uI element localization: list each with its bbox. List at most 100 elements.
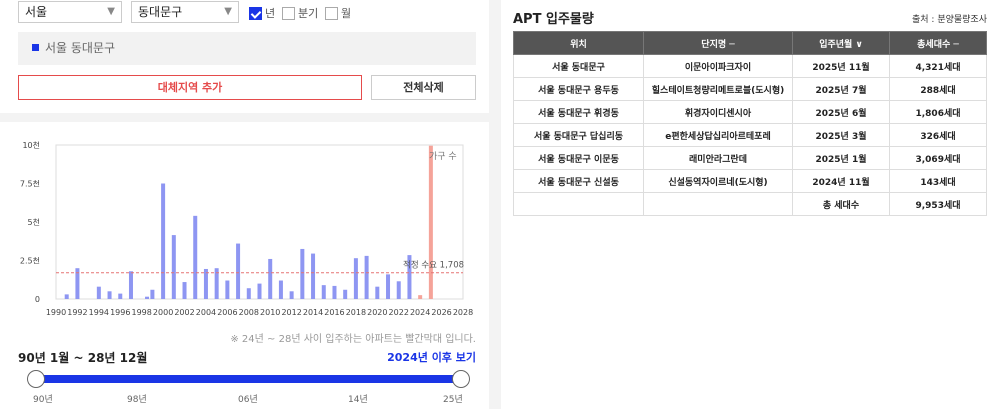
legend-label: 가구 수	[429, 151, 457, 162]
table-cell: 서울 동대문구 답십리동	[513, 123, 644, 147]
column-header-complex[interactable]: 단지명 ─	[643, 31, 793, 55]
left-panel: 서울 ▼ 동대문구 ▼ 년 분기 월 서울 동대문구 대체지역 추가 전체삭제 …	[0, 0, 489, 409]
apt-supply-table: 위치 단지명 ─ 입주년월 ∨ 총세대수 ─ 서울 동대문구 이문아이파크자이 20…	[513, 31, 987, 216]
y-tick-label: 7.5천	[20, 179, 40, 189]
table-cell: 서울 동대문구 휘경동	[513, 100, 644, 124]
table-row[interactable]: 서울 동대문구 휘경동 휘경자이디센시아 2025년 6월 1,806세대	[513, 100, 987, 124]
data-bar	[225, 280, 230, 299]
x-tick-label: 2020	[367, 308, 387, 317]
data-bar	[375, 286, 380, 299]
period-range-label: 90년 1월 ~ 28년 12월	[18, 351, 148, 365]
selected-region-box: 서울 동대문구	[18, 32, 476, 65]
x-tick-label: 2018	[346, 308, 366, 317]
data-bar	[257, 283, 262, 299]
table-cell	[513, 192, 644, 216]
table-cell: 서울 동대문구 신설동	[513, 169, 644, 193]
data-bar	[193, 215, 198, 299]
view-after-2024-link[interactable]: 2024년 이후 보기	[387, 349, 476, 365]
checkbox-checked-icon	[249, 6, 262, 20]
period-year-checkbox[interactable]: 년	[249, 5, 275, 21]
total-row: 총 세대수 9,953세대	[513, 192, 987, 216]
x-tick-label: 2028	[453, 308, 473, 317]
x-tick-label: 1994	[89, 308, 109, 317]
x-tick-label: 2002	[174, 308, 194, 317]
apt-supply-title: APT 입주물량	[513, 12, 594, 27]
column-header-location[interactable]: 위치	[513, 31, 644, 55]
city-select-value: 서울	[25, 5, 48, 19]
data-bar	[396, 281, 401, 299]
table-cell: 3,069세대	[889, 146, 987, 170]
table-row[interactable]: 서울 동대문구 신설동 신설동역자이르네(도시형) 2024년 11월 143세대	[513, 169, 987, 193]
table-cell: 2025년 1월	[792, 146, 890, 170]
period-month-checkbox[interactable]: 월	[325, 5, 351, 21]
range-slider-start-handle[interactable]	[27, 370, 45, 388]
data-bar	[118, 293, 123, 299]
plot-frame	[55, 144, 464, 300]
x-tick-label: 2000	[153, 308, 173, 317]
slider-label: 14년	[348, 395, 368, 405]
add-alternative-region-button[interactable]: 대체지역 추가	[18, 75, 362, 100]
table-cell: 서울 동대문구 이문동	[513, 146, 644, 170]
table-cell: 래미안라그란데	[643, 146, 793, 170]
data-bar	[353, 258, 358, 299]
table-cell: 2024년 11월	[792, 169, 890, 193]
x-tick-label: 2010	[260, 308, 280, 317]
x-tick-label: 2022	[389, 308, 409, 317]
data-bar	[321, 285, 326, 299]
slider-label: 06년	[238, 395, 258, 405]
table-cell: 4,321세대	[889, 54, 987, 78]
data-bar	[128, 271, 133, 299]
y-tick-label: 0	[35, 295, 40, 304]
x-tick-label: 2008	[239, 308, 259, 317]
data-bar	[278, 280, 283, 299]
period-quarter-checkbox[interactable]: 분기	[282, 5, 318, 21]
supply-bar-chart: 10천7.5천5천2.5천01990 1992 1994 1996 1998 2000 20…	[20, 140, 473, 317]
x-tick-label: 2024	[410, 308, 430, 317]
x-tick-label: 2006	[217, 308, 237, 317]
data-bar	[364, 255, 369, 299]
period-quarter-label: 분기	[298, 7, 319, 20]
chevron-down-icon: ▼	[224, 6, 232, 17]
district-select[interactable]: 동대문구 ▼	[131, 1, 239, 23]
table-row[interactable]: 서울 동대문구 이문아이파크자이 2025년 11월 4,321세대	[513, 54, 987, 78]
data-bar	[343, 289, 348, 299]
range-slider-end-handle[interactable]	[452, 370, 470, 388]
checkbox-icon	[282, 6, 295, 20]
data-bar	[203, 268, 208, 299]
x-tick-label: 2016	[324, 308, 344, 317]
y-tick-label: 5천	[28, 217, 40, 227]
table-cell: 힐스테이트청량리메트로블(도시형)	[643, 77, 793, 101]
column-header-households[interactable]: 총세대수 ─	[889, 31, 987, 55]
range-slider-track[interactable]	[36, 375, 461, 383]
table-cell	[643, 192, 793, 216]
checkbox-icon	[325, 6, 338, 20]
x-tick-label: 1996	[110, 308, 130, 317]
data-bar	[161, 183, 166, 299]
data-bar	[182, 282, 187, 299]
y-tick-label: 2.5천	[20, 256, 40, 266]
table-cell: 서울 동대문구	[513, 54, 644, 78]
table-row[interactable]: 서울 동대문구 용두동 힐스테이트청량리메트로블(도시형) 2025년 7월 288세…	[513, 77, 987, 101]
district-select-value: 동대문구	[138, 5, 183, 19]
x-tick-label: 2026	[431, 308, 451, 317]
period-year-label: 년	[265, 7, 276, 20]
city-select[interactable]: 서울 ▼	[18, 1, 122, 23]
data-bar	[96, 286, 101, 299]
table-row[interactable]: 서울 동대문구 이문동 래미안라그란데 2025년 1월 3,069세대	[513, 146, 987, 170]
data-bar	[150, 289, 155, 299]
x-tick-label: 1990	[46, 308, 66, 317]
highlight-bar	[428, 145, 433, 299]
x-tick-label: 2012	[281, 308, 301, 317]
data-bar	[268, 258, 273, 299]
column-header-move-in[interactable]: 입주년월 ∨	[792, 31, 890, 55]
table-cell: 서울 동대문구 용두동	[513, 77, 644, 101]
data-bar	[289, 291, 294, 299]
highlight-bar	[418, 295, 423, 299]
delete-all-button[interactable]: 전체삭제	[371, 75, 476, 100]
slider-label: 90년	[33, 395, 53, 405]
table-cell: 2025년 3월	[792, 123, 890, 147]
table-row[interactable]: 서울 동대문구 답십리동 e편한세상답십리아르테포레 2025년 3월 326세대	[513, 123, 987, 147]
data-bar	[300, 248, 305, 299]
data-bar	[107, 291, 112, 299]
table-cell: 2025년 11월	[792, 54, 890, 78]
